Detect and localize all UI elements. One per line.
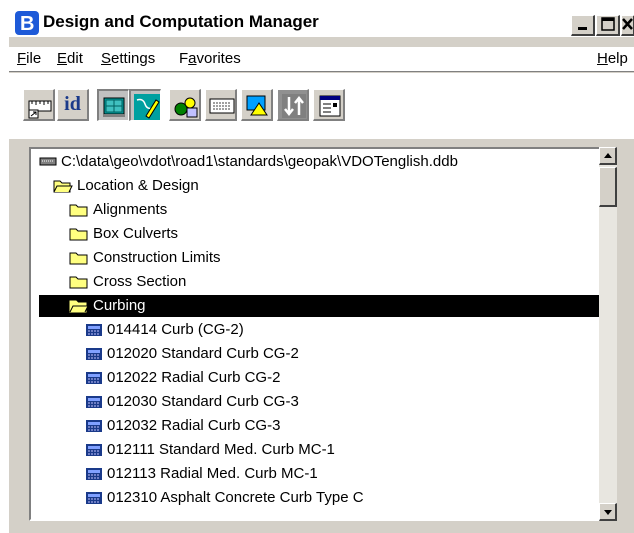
tree-item-label: 012030 Standard Curb CG-3	[107, 393, 299, 410]
properties-icon	[319, 95, 341, 117]
shortcut-tool-button[interactable]	[23, 89, 55, 121]
arrow-up-icon	[604, 153, 612, 158]
shortcut-icon	[28, 100, 52, 119]
app-window: B Design and Computation Manager File Ed…	[8, 6, 634, 533]
app-logo-icon: B	[15, 11, 39, 35]
item-icon	[86, 444, 102, 456]
filter-icon	[282, 94, 306, 118]
folder-icon	[69, 276, 88, 289]
item-icon	[86, 372, 102, 384]
tree-root-label: C:\data\geo\vdot\road1\standards\geopak\…	[61, 153, 458, 170]
menu-favorites-label: vorites	[196, 50, 241, 67]
item-icon	[86, 492, 102, 504]
menu-help-accel: H	[597, 50, 608, 67]
tree-item-label: 012022 Radial Curb CG-2	[107, 369, 281, 386]
item-icon	[86, 420, 102, 432]
item-icon	[86, 396, 102, 408]
tree-item-label: 012032 Radial Curb CG-3	[107, 417, 281, 434]
menu-help[interactable]: Help	[597, 50, 628, 67]
arrow-down-icon	[604, 510, 612, 515]
properties-tool-button[interactable]	[313, 89, 345, 121]
menu-settings-label: ettings	[111, 50, 156, 67]
title-bar: B Design and Computation Manager	[9, 7, 634, 37]
folder-icon	[69, 204, 88, 217]
open-folder-icon	[69, 300, 89, 313]
menu-help-label: elp	[607, 50, 628, 67]
menu-settings-accel: S	[101, 50, 112, 67]
filter-tool-button[interactable]	[277, 89, 309, 121]
tree-item-label: 012111 Standard Med. Curb MC-1	[107, 441, 335, 458]
minimize-icon	[577, 27, 587, 30]
menu-edit[interactable]: Edit	[57, 50, 83, 67]
navigate-tool-button[interactable]	[241, 89, 273, 121]
scroll-down-button[interactable]	[599, 503, 617, 521]
tree-folder-label: Box Culverts	[93, 225, 179, 242]
toolbar: id	[9, 73, 634, 139]
menu-favorites[interactable]: Favorites	[179, 50, 241, 67]
palette-icon	[174, 97, 198, 118]
keypad-tool-button[interactable]	[205, 89, 237, 121]
draw-tool-button[interactable]	[129, 89, 161, 121]
item-icon	[86, 348, 102, 360]
tree-folder-label: Alignments	[93, 201, 168, 218]
item-icon	[86, 468, 102, 480]
palette-tool-button[interactable]	[169, 89, 201, 121]
tree-folder-label: Cross Section	[93, 273, 187, 290]
menu-favorites-pre: F	[179, 50, 189, 67]
svg-text:B: B	[20, 13, 34, 35]
window-title: Design and Computation Manager	[43, 12, 319, 31]
close-button[interactable]	[621, 15, 634, 36]
folder-icon	[69, 252, 88, 265]
tree-item-label: 012020 Standard Curb CG-2	[107, 345, 299, 362]
menu-edit-accel: E	[57, 50, 68, 67]
tree-folder-selected[interactable]: Curbing	[39, 295, 605, 317]
database-icon	[39, 157, 57, 166]
tree-item-label: 012113 Radial Med. Curb MC-1	[107, 465, 318, 482]
tree-item-label: 014414 Curb (CG-2)	[107, 321, 244, 338]
id-icon: id	[64, 93, 81, 115]
vertical-scrollbar[interactable]	[599, 147, 617, 521]
dialog-tool-button[interactable]	[97, 89, 129, 121]
tree-folder-label: Curbing	[93, 297, 146, 314]
tree-item-label: 012310 Asphalt Concrete Curb Type C	[107, 489, 364, 506]
keypad-icon	[209, 98, 235, 114]
folder-icon	[69, 228, 88, 241]
menu-file-accel: F	[17, 50, 27, 67]
scroll-up-button[interactable]	[599, 147, 617, 165]
minimize-button[interactable]	[571, 15, 595, 36]
menu-bar: File Edit Settings Favorites Help	[9, 47, 634, 72]
draw-icon	[134, 94, 160, 120]
menu-favorites-accel: a	[188, 50, 197, 67]
maximize-icon	[600, 17, 615, 31]
menu-edit-label: dit	[67, 50, 83, 67]
menu-settings[interactable]: Settings	[101, 50, 155, 67]
dialog-icon	[103, 97, 125, 117]
tree-view[interactable]: C:\data\geo\vdot\road1\standards\geopak\…	[29, 147, 615, 521]
item-icon	[86, 324, 102, 336]
tree-folder-label: Construction Limits	[93, 249, 221, 266]
scroll-thumb[interactable]	[599, 167, 617, 207]
maximize-button[interactable]	[596, 15, 620, 36]
id-tool-button[interactable]: id	[57, 89, 89, 121]
menu-file-label: ile	[26, 50, 42, 67]
tree-category-label: Location & Design	[77, 177, 199, 194]
navigate-icon	[246, 95, 268, 116]
open-folder-icon	[53, 180, 73, 193]
close-icon	[622, 18, 633, 30]
menu-file[interactable]: File	[17, 50, 41, 67]
